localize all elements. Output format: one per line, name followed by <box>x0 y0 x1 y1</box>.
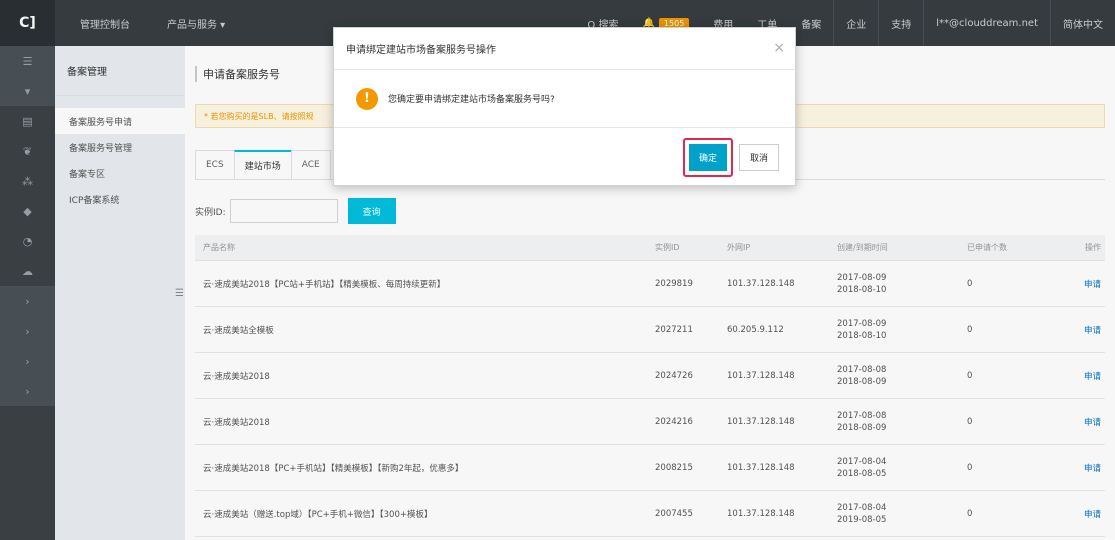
dialog-body: ! 您确定要申请绑定建站市场备案服务号吗? <box>334 70 795 128</box>
confirm-button[interactable]: 确定 <box>689 143 727 171</box>
close-icon[interactable]: × <box>773 40 785 56</box>
dialog-footer: 确定 取消 <box>334 128 795 186</box>
dialog-header: 申请绑定建站市场备案服务号操作 × <box>334 28 795 70</box>
dialog-message: 您确定要申请绑定建站市场备案服务号吗? <box>388 95 555 105</box>
cancel-button[interactable]: 取消 <box>739 143 779 171</box>
dialog-title: 申请绑定建站市场备案服务号操作 <box>346 45 496 56</box>
confirm-highlight: 确定 <box>683 137 733 177</box>
warning-icon: ! <box>356 87 378 110</box>
confirm-dialog: 申请绑定建站市场备案服务号操作 × ! 您确定要申请绑定建站市场备案服务号吗? … <box>333 27 796 186</box>
